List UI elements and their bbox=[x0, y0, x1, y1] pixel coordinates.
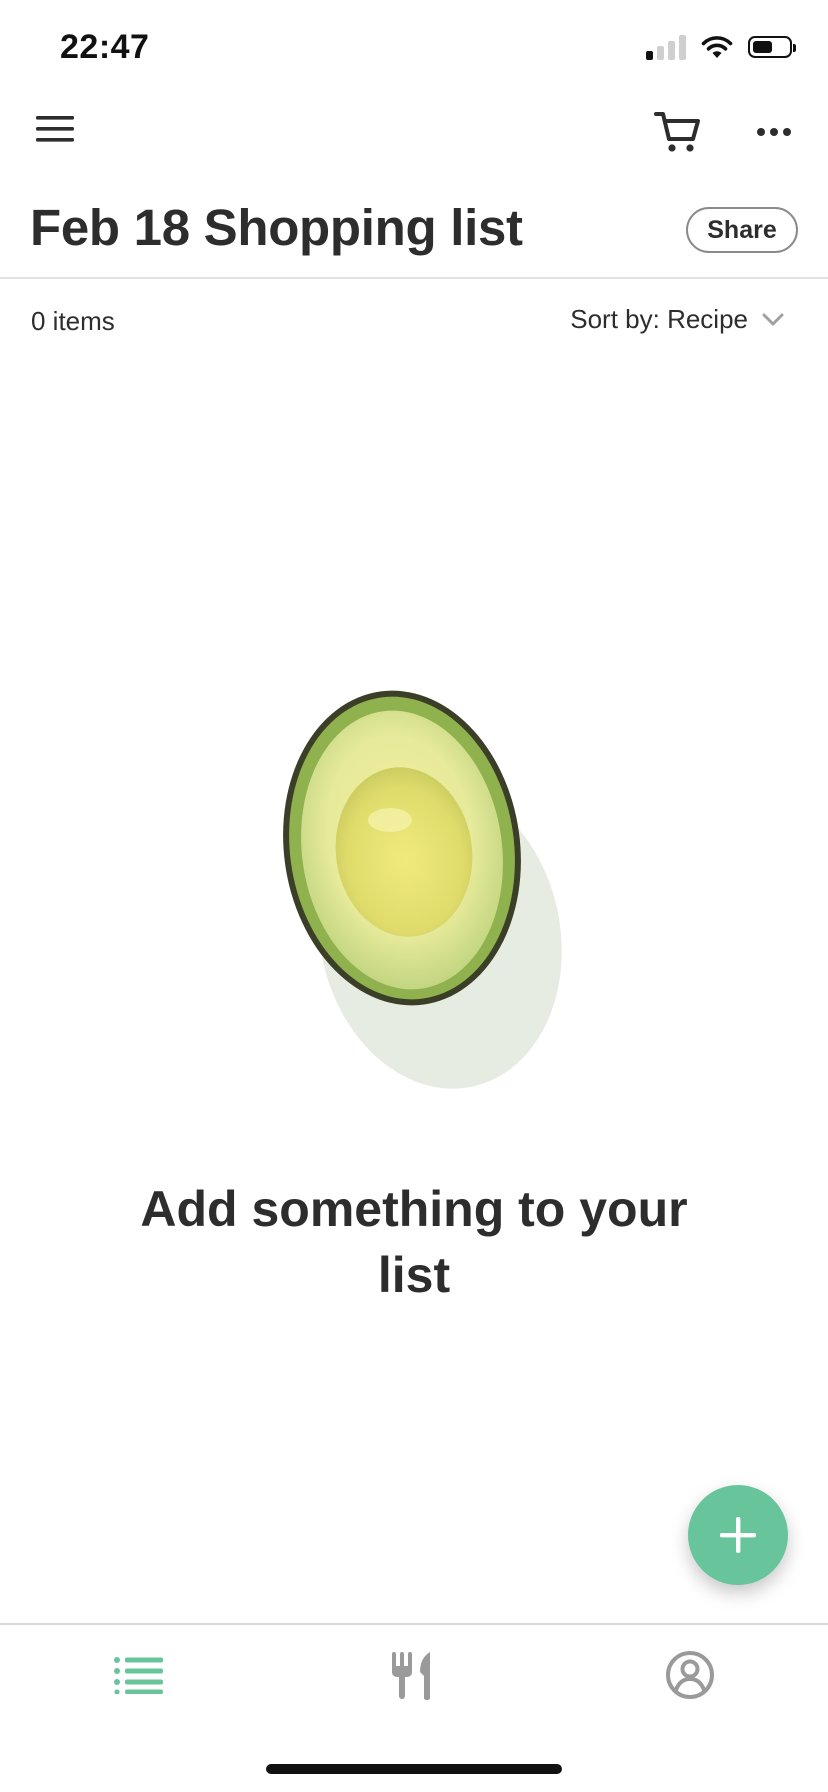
list-icon bbox=[114, 1657, 163, 1694]
tab-recipes[interactable] bbox=[354, 1640, 474, 1710]
empty-state-message: Add something to your list bbox=[140, 1181, 688, 1303]
cart-button[interactable] bbox=[650, 104, 706, 160]
fork-knife-icon bbox=[392, 1652, 430, 1700]
plus-icon bbox=[720, 1517, 756, 1553]
item-count: 0 items bbox=[31, 306, 115, 336]
home-indicator bbox=[266, 1764, 562, 1774]
page-title: Feb 18 Shopping list bbox=[30, 199, 523, 256]
share-button[interactable]: Share bbox=[686, 207, 798, 253]
tab-shopping-list[interactable] bbox=[78, 1640, 198, 1710]
more-options-button[interactable] bbox=[748, 104, 800, 160]
status-icons bbox=[646, 34, 796, 60]
cellular-signal-icon bbox=[646, 34, 686, 60]
tab-bar-divider bbox=[0, 1623, 828, 1625]
chevron-down-icon bbox=[762, 313, 784, 325]
sort-label: Sort by: Recipe bbox=[570, 304, 748, 334]
add-item-button[interactable] bbox=[688, 1485, 788, 1585]
battery-level bbox=[753, 41, 772, 53]
sort-dropdown[interactable]: Sort by: Recipe bbox=[570, 304, 784, 335]
avocado-illustration bbox=[283, 690, 562, 1089]
header-divider bbox=[0, 277, 828, 279]
user-circle-icon bbox=[666, 1651, 714, 1699]
hamburger-menu-icon bbox=[36, 116, 74, 142]
tab-profile[interactable] bbox=[630, 1640, 750, 1710]
more-horizontal-icon bbox=[757, 128, 791, 136]
menu-button[interactable] bbox=[28, 102, 82, 156]
battery-icon bbox=[748, 36, 796, 58]
wifi-icon bbox=[701, 36, 733, 58]
status-time: 22:47 bbox=[60, 28, 150, 66]
shopping-cart-icon bbox=[654, 112, 700, 152]
